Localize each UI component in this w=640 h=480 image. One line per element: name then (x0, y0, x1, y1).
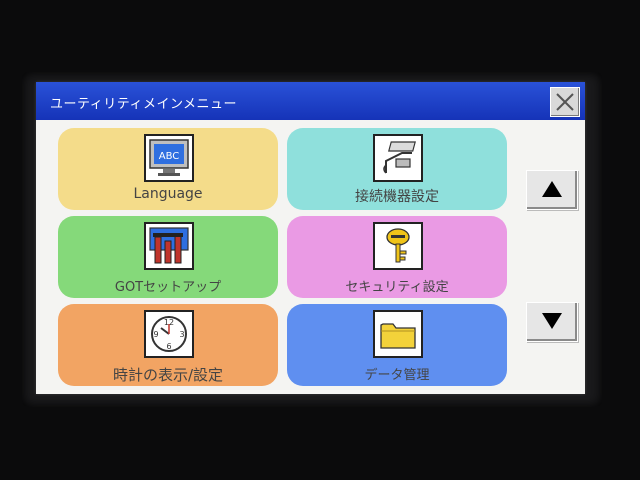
up-arrow-icon (542, 181, 562, 197)
folder-icon (380, 323, 416, 349)
tile-icon-frame: ABC (144, 134, 194, 182)
scroll-down-button[interactable] (526, 302, 578, 342)
svg-text:3: 3 (179, 330, 184, 339)
tile-icon-frame (144, 222, 194, 270)
svg-text:ABC: ABC (159, 151, 180, 162)
clock-icon: 12 3 6 9 (151, 316, 187, 352)
tile-label: Language (133, 186, 203, 202)
down-arrow-icon (542, 313, 562, 329)
tile-icon-frame (373, 222, 423, 270)
close-button[interactable] (550, 87, 580, 117)
scroll-up-button[interactable] (526, 170, 578, 210)
window-title: ユーティリティメインメニュー (50, 97, 238, 112)
tile-data-management[interactable]: データ管理 (287, 304, 507, 386)
tile-label: データ管理 (364, 368, 430, 383)
tile-security-settings[interactable]: セキュリティ設定 (287, 216, 507, 298)
tile-clock-display-settings[interactable]: 12 3 6 9 時計の表示/設定 (58, 304, 278, 386)
abc-monitor-icon: ABC (149, 139, 189, 176)
tile-icon-frame (373, 310, 423, 358)
connector-plug-icon (383, 141, 416, 174)
title-bar: ユーティリティメインメニュー (36, 82, 585, 120)
svg-text:9: 9 (153, 330, 158, 339)
tile-got-setup[interactable]: GOTセットアップ (58, 216, 278, 298)
svg-text:6: 6 (166, 342, 171, 351)
tile-icon-frame (373, 134, 423, 182)
tile-icon-frame: 12 3 6 9 (144, 310, 194, 358)
tile-language[interactable]: ABC Language (58, 128, 278, 210)
tile-connected-device-settings[interactable]: 接続機器設定 (287, 128, 507, 210)
tile-label: GOTセットアップ (114, 280, 222, 295)
tile-label: 接続機器設定 (355, 189, 439, 205)
tile-label: セキュリティ設定 (345, 280, 449, 295)
tile-label: 時計の表示/設定 (112, 366, 224, 384)
key-icon (386, 228, 410, 263)
tools-setup-icon (149, 227, 189, 264)
hmi-screen: ユーティリティメインメニュー ABC Language 接続機器設定 GOTセッ… (36, 82, 585, 394)
close-icon (556, 93, 574, 111)
